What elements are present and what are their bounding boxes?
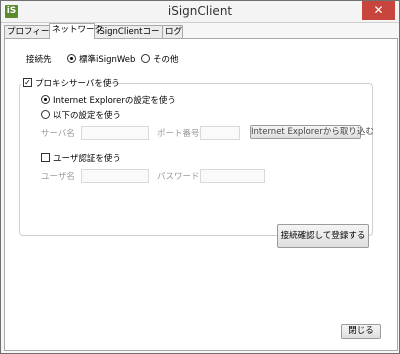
radio-standard-isignweb[interactable] [67,54,76,63]
radio-use-ie-settings-label[interactable]: Internet Explorerの設定を使う [53,94,176,106]
tab-code[interactable]: iSignClientコード [94,25,168,38]
port-input[interactable] [200,126,240,140]
verify-and-register-button[interactable]: 接続確認して登録する [277,224,369,248]
destination-label: 接続先 [26,55,52,65]
import-from-ie-button[interactable]: Internet Explorerから取り込む [250,125,374,139]
server-name-input[interactable] [81,126,149,140]
tab-log[interactable]: ログ [162,25,183,38]
app-window: iS iSignClient ✕ プロフィール ネットワーク iSignClie… [0,0,400,354]
radio-use-following-label[interactable]: 以下の設定を使う [53,109,121,121]
window-title: iSignClient [167,4,233,18]
radio-standard-isignweb-label[interactable]: 標準iSignWeb [79,53,135,65]
use-user-auth-checkbox[interactable] [41,153,50,162]
use-user-auth-label[interactable]: ユーザ認証を使う [53,152,121,164]
use-proxy-label[interactable]: プロキシサーバを使う [35,77,120,89]
radio-use-ie-settings[interactable] [41,95,50,104]
tab-network[interactable]: ネットワーク [49,23,103,39]
password-input[interactable] [200,169,265,183]
close-button[interactable]: 閉じる [341,324,381,339]
username-label: ユーザ名 [41,172,75,182]
network-tab-panel: 接続先 標準iSignWeb その他 ✓ プロキシサーバを使う Internet… [4,38,398,351]
radio-other[interactable] [141,54,150,63]
tab-profile[interactable]: プロフィール [4,25,58,38]
server-name-label: サーバ名 [41,129,75,139]
port-label: ポート番号 [157,129,200,139]
username-input[interactable] [81,169,149,183]
title-bar[interactable]: iS iSignClient ✕ [1,1,399,23]
window-close-button[interactable]: ✕ [362,1,395,20]
radio-use-following[interactable] [41,110,50,119]
password-label: パスワード [157,172,200,182]
radio-other-label[interactable]: その他 [153,53,179,65]
use-proxy-checkbox[interactable]: ✓ [23,78,32,87]
